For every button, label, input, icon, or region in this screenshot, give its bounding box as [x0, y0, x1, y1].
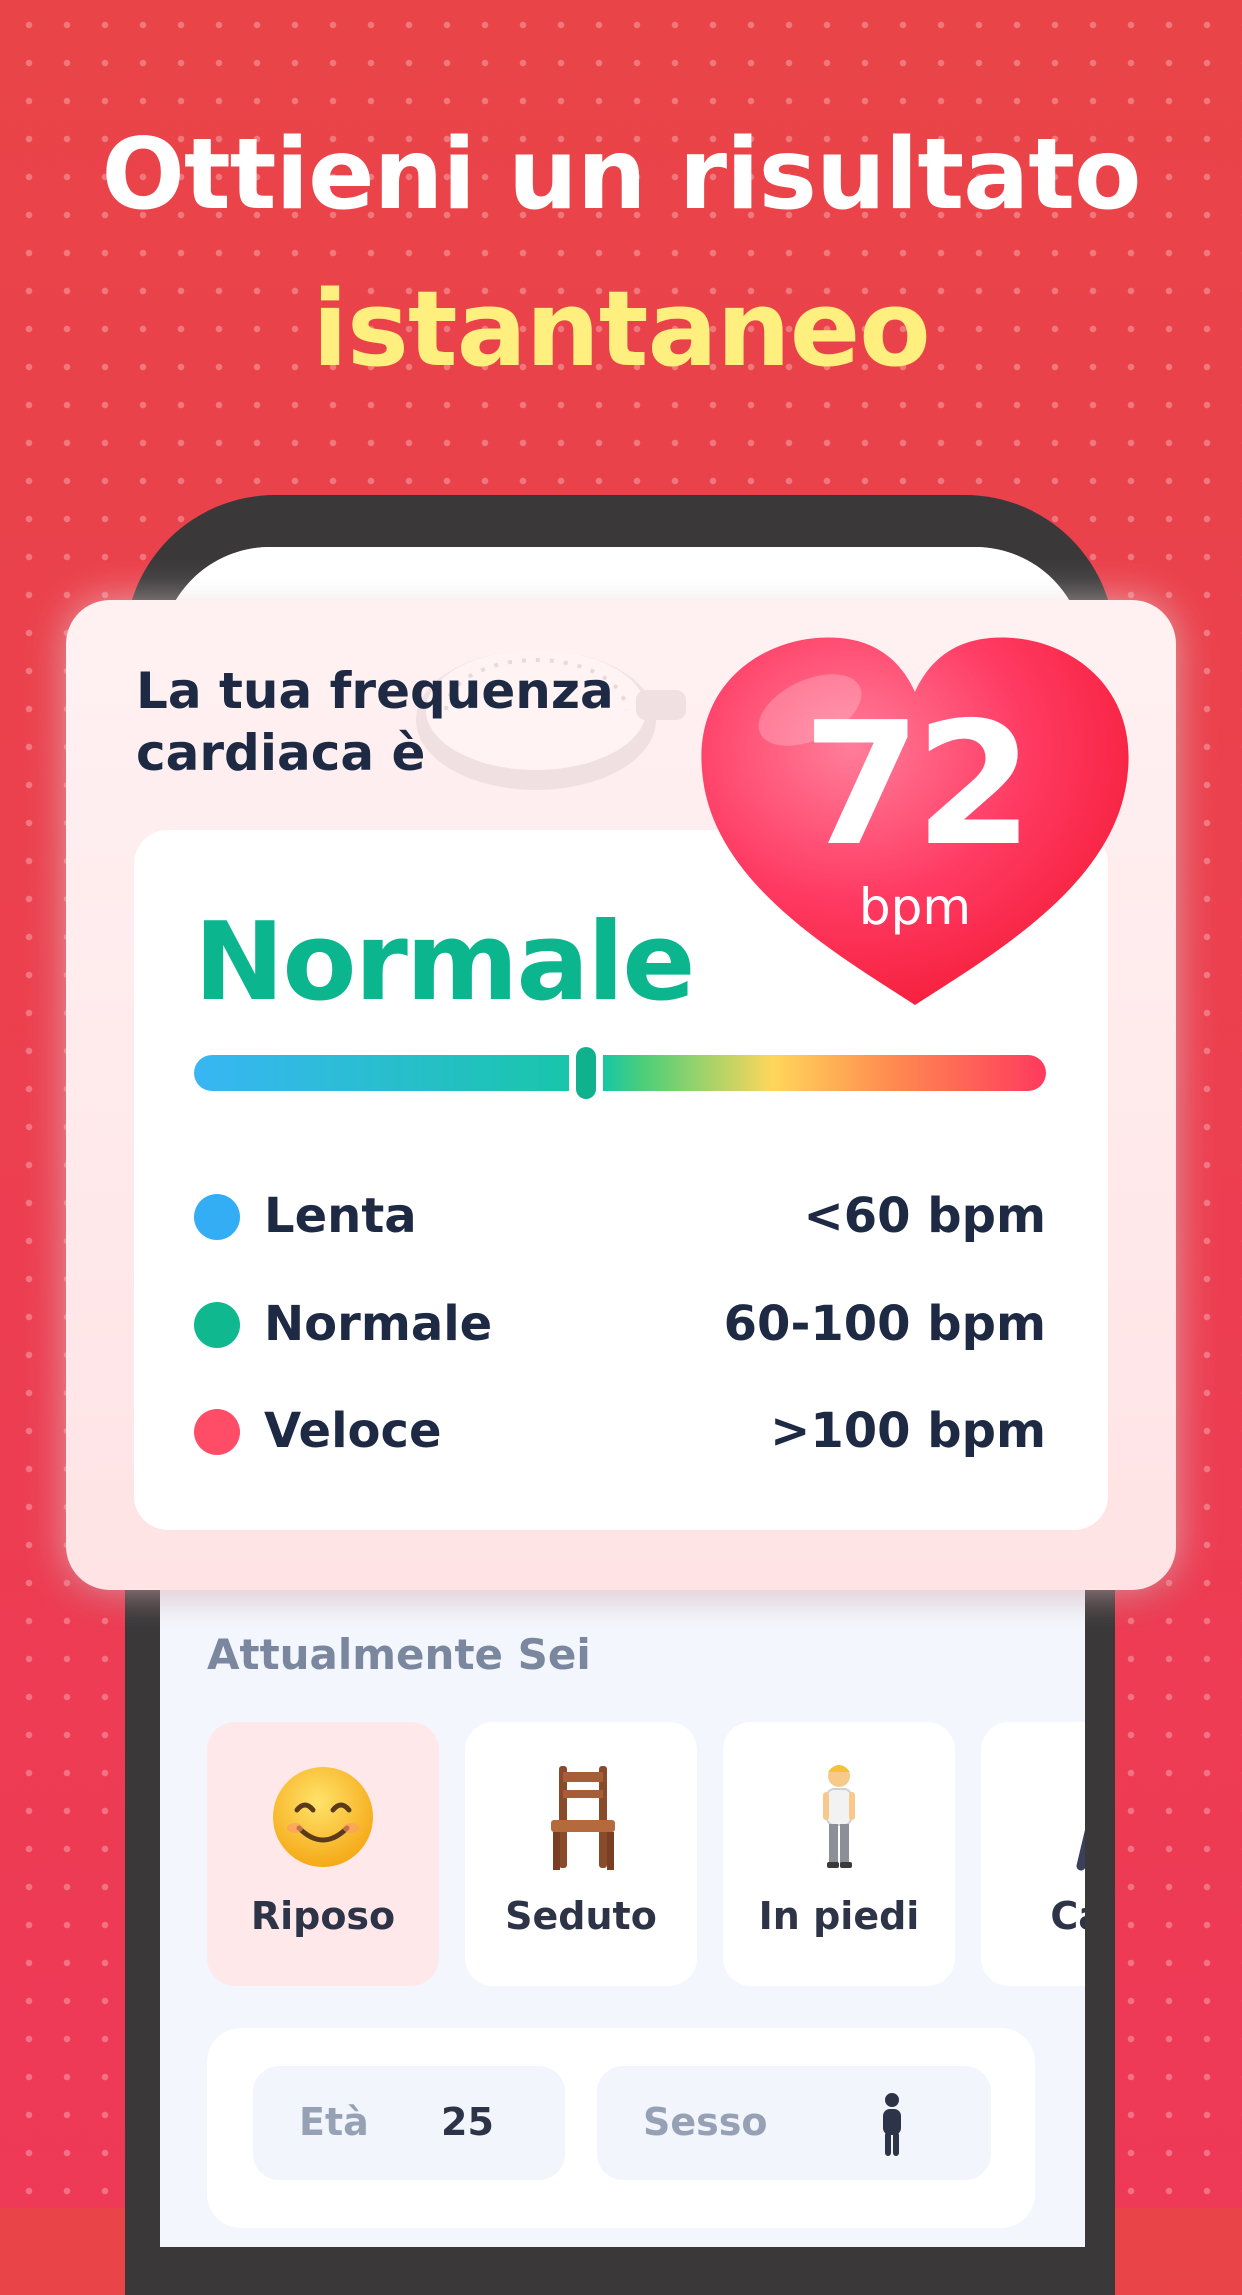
- state-label: Riposo: [250, 1894, 396, 1938]
- legend-row-normal: Normale 60-100 bpm: [194, 1288, 1046, 1358]
- legend-label: Lenta: [264, 1188, 417, 1244]
- card-title: La tua frequenza cardiaca è: [136, 662, 614, 782]
- smiling-face-icon: [207, 1762, 439, 1872]
- age-label: Età: [299, 2100, 369, 2144]
- legend-label: Normale: [264, 1296, 493, 1352]
- walking-person-icon: [981, 1762, 1085, 1872]
- person-icon: [877, 2092, 907, 2162]
- range-indicator: [575, 1047, 596, 1099]
- sex-label: Sesso: [643, 2100, 768, 2144]
- heart-rate-range-bar: [194, 1047, 1046, 1099]
- chair-icon: [465, 1762, 697, 1872]
- current-state-label: Attualmente Sei: [207, 1630, 591, 1679]
- state-option-standing[interactable]: In piedi: [723, 1722, 955, 1986]
- state-option-walking[interactable]: Cam: [981, 1722, 1085, 1986]
- slow-dot-icon: [194, 1194, 240, 1240]
- normal-dot-icon: [194, 1302, 240, 1348]
- state-label: Cam: [1050, 1894, 1085, 1938]
- legend-label: Veloce: [264, 1403, 442, 1459]
- state-option-rest[interactable]: Riposo: [207, 1722, 439, 1986]
- bpm-unit: bpm: [858, 878, 972, 936]
- legend-value: >100 bpm: [770, 1403, 1046, 1459]
- fast-dot-icon: [194, 1409, 240, 1455]
- headline: Ottieni un risultato istantaneo: [0, 95, 1242, 409]
- standing-person-icon: [723, 1762, 955, 1872]
- sex-field[interactable]: Sesso: [597, 2066, 991, 2180]
- legend-row-fast: Veloce >100 bpm: [194, 1395, 1046, 1465]
- state-option-seated[interactable]: Seduto: [465, 1722, 697, 1986]
- state-label: Seduto: [505, 1894, 657, 1938]
- profile-form: Età 25 Sesso: [207, 2028, 1035, 2228]
- headline-line-2: istantaneo: [312, 268, 930, 390]
- legend-value: 60-100 bpm: [723, 1296, 1046, 1352]
- headline-line-1: Ottieni un risultato: [101, 118, 1142, 232]
- bpm-value: 72: [802, 686, 1034, 884]
- status-label: Normale: [194, 900, 696, 1025]
- state-label: In piedi: [758, 1894, 920, 1938]
- legend-row-slow: Lenta <60 bpm: [194, 1180, 1046, 1250]
- age-field[interactable]: Età 25: [253, 2066, 565, 2180]
- age-value: 25: [441, 2100, 494, 2144]
- legend-value: <60 bpm: [803, 1188, 1046, 1244]
- activity-state-list: Riposo Seduto In piedi C: [207, 1722, 1085, 1988]
